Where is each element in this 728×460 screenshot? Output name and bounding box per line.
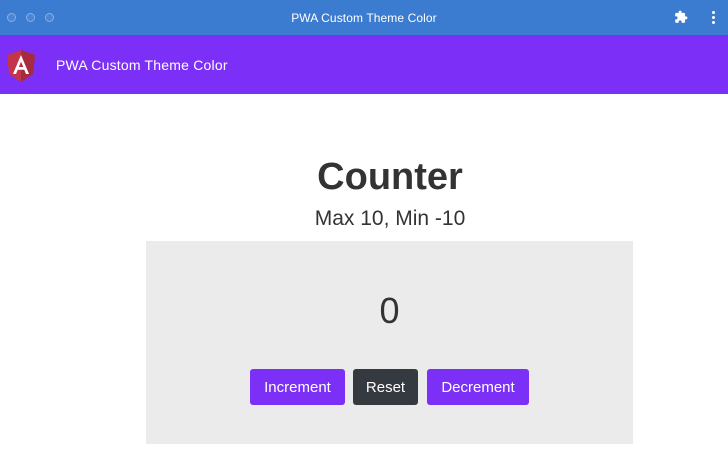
angular-logo-icon [6, 50, 36, 82]
page-subtitle: Max 10, Min -10 [314, 207, 466, 230]
minimize-window-button[interactable] [26, 13, 35, 22]
app-toolbar: PWA Custom Theme Color [0, 35, 728, 94]
page-title: Counter [317, 156, 463, 198]
window-title: PWA Custom Theme Color [291, 10, 437, 25]
window-controls[interactable] [7, 13, 54, 22]
maximize-window-button[interactable] [45, 13, 54, 22]
toolbar-title: PWA Custom Theme Color [56, 57, 228, 73]
decrement-button[interactable]: Decrement [427, 369, 529, 405]
browser-titlebar: PWA Custom Theme Color [0, 0, 728, 35]
reset-button[interactable]: Reset [353, 369, 418, 405]
more-options-icon[interactable] [706, 8, 720, 26]
close-window-button[interactable] [7, 13, 16, 22]
extensions-icon[interactable] [672, 8, 690, 26]
counter-value: 0 [379, 290, 400, 331]
increment-button[interactable]: Increment [250, 369, 345, 405]
counter-panel: 0 Increment Reset Decrement [146, 241, 633, 444]
